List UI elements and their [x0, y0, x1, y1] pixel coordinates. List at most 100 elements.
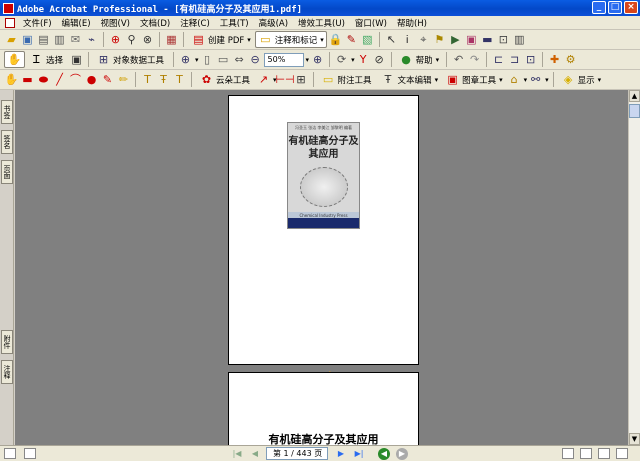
undo-icon[interactable]: ↶	[451, 52, 466, 67]
scroll-up-arrow-icon[interactable]: ▲	[629, 90, 640, 102]
underline-icon[interactable]: T	[172, 72, 187, 87]
show-button[interactable]: ◈ 显示 ▾	[558, 71, 605, 88]
textbox-icon[interactable]: ⊞	[294, 72, 309, 87]
dimension-icon[interactable]: ⊢⊣	[275, 72, 294, 87]
insert-page-icon[interactable]: ⊐	[507, 52, 522, 67]
security-icon[interactable]: ⊕	[108, 32, 123, 47]
next-page-button[interactable]: ▶	[334, 448, 348, 460]
redo-icon[interactable]: ↷	[467, 52, 482, 67]
zoom-level-input[interactable]: 50%	[263, 52, 304, 67]
menu-tools[interactable]: 工具(T)	[215, 17, 254, 29]
pdf-page-1[interactable]: 冯圣玉 张洁 李美江 邹黎明 编著 有机硅高分子及其应用 Chemical In…	[228, 95, 419, 365]
tab-bookmarks[interactable]: 书签	[1, 100, 13, 124]
close-button[interactable]: ×	[624, 1, 638, 14]
pdf-page-2[interactable]: 有机硅高分子及其应用	[228, 372, 419, 445]
cursor-icon[interactable]: ↖	[384, 32, 399, 47]
help-button[interactable]: ● 帮助 ▾	[396, 51, 443, 68]
menu-comments[interactable]: 注释(C)	[175, 17, 215, 29]
menu-window[interactable]: 窗口(W)	[350, 17, 392, 29]
email-icon[interactable]: ✉	[68, 32, 83, 47]
callout-icon[interactable]: ⌂	[507, 72, 522, 87]
menu-help[interactable]: 帮助(H)	[392, 17, 432, 29]
links-icon[interactable]: ⚯	[528, 72, 543, 87]
menu-view[interactable]: 视图(V)	[96, 17, 135, 29]
document-menu-icon[interactable]	[5, 17, 15, 28]
continuous-facing-layout-icon[interactable]	[616, 448, 628, 459]
save-icon[interactable]: ▤	[36, 32, 51, 47]
attach-icon[interactable]: ⌁	[84, 32, 99, 47]
chevron-down-icon[interactable]: ▾	[306, 56, 310, 64]
menu-edit[interactable]: 编辑(E)	[57, 17, 96, 29]
tab-pages[interactable]: 页面	[1, 160, 13, 184]
menu-advanced[interactable]: 高级(A)	[254, 17, 293, 29]
video-icon[interactable]: ▶	[448, 32, 463, 47]
circle-icon[interactable]: ●	[84, 72, 99, 87]
loupe-icon[interactable]: ⊘	[372, 52, 387, 67]
object-data-tool-button[interactable]: ⊞ 对象数据工具	[93, 51, 169, 68]
tab-attachments[interactable]: 附件	[1, 330, 13, 354]
snapshot-icon[interactable]: ⌖	[416, 32, 431, 47]
first-page-button[interactable]: |◀	[230, 448, 244, 460]
select-tool-button[interactable]: Ꮖ 选择	[26, 51, 68, 68]
chevron-down-icon[interactable]: ▾	[524, 76, 528, 84]
minimize-button[interactable]: _	[592, 1, 606, 14]
facing-layout-icon[interactable]	[598, 448, 610, 459]
cloud-tool-button[interactable]: ✿ 云朵工具	[196, 71, 255, 88]
organizer-icon[interactable]: ▣	[20, 32, 35, 47]
menu-file[interactable]: 文件(F)	[18, 17, 57, 29]
zoom-out-icon[interactable]: ⊖	[248, 52, 263, 67]
last-page-button[interactable]: ▶|	[352, 448, 366, 460]
single-page-layout-icon[interactable]	[562, 448, 574, 459]
hand-tool-button[interactable]: ✋	[4, 51, 25, 68]
zoom-in-icon[interactable]: ⊕	[178, 52, 193, 67]
document-properties-icon[interactable]	[24, 448, 36, 459]
polygon-line-icon[interactable]: ⌒	[68, 72, 83, 87]
comment-markup-button[interactable]: ▭ 注释和标记 ▾	[254, 31, 327, 48]
link-icon[interactable]: ⚑	[432, 32, 447, 47]
fit-width-icon[interactable]: ⇔	[232, 52, 247, 67]
go-back-icon[interactable]: ◀	[378, 448, 390, 460]
previous-page-button[interactable]: ◀	[248, 448, 262, 460]
document-pane[interactable]: 冯圣玉 张洁 李美江 邹黎明 编著 有机硅高分子及其应用 Chemical In…	[15, 90, 628, 445]
search-icon[interactable]: ⚲	[124, 32, 139, 47]
tab-signatures[interactable]: 签名	[1, 130, 13, 154]
sign-pen-icon[interactable]: ✎	[344, 32, 359, 47]
menu-document[interactable]: 文档(D)	[135, 17, 175, 29]
go-forward-icon[interactable]: ▶	[396, 448, 408, 460]
zoom-in-plus-icon[interactable]: ⊕	[310, 52, 325, 67]
pencil-icon[interactable]: ✎	[100, 72, 115, 87]
maximize-button[interactable]: □	[608, 1, 622, 14]
add-icon[interactable]: ✚	[547, 52, 562, 67]
scroll-down-arrow-icon[interactable]: ▼	[629, 433, 640, 445]
eraser-icon[interactable]: ✏	[116, 72, 131, 87]
tab-comments[interactable]: 注释	[1, 360, 13, 384]
note-hand-icon[interactable]: ✋	[4, 72, 19, 87]
text-edit-button[interactable]: Ŧ 文本编辑 ▾	[378, 71, 442, 88]
continuous-layout-icon[interactable]	[580, 448, 592, 459]
vertical-scrollbar[interactable]: ▲ ▼	[628, 90, 640, 445]
print-icon[interactable]: ▥	[52, 32, 67, 47]
text-select-icon[interactable]: Ꭵ	[400, 32, 415, 47]
page-number-input[interactable]: 第 1 / 443 页	[266, 447, 328, 460]
attach-note-tool-button[interactable]: ▭ 附注工具	[318, 71, 377, 88]
arrow-tool-icon[interactable]: ↗	[256, 72, 271, 87]
lock-icon[interactable]: 🔒	[328, 32, 343, 47]
fit-page-icon[interactable]: ▭	[216, 52, 231, 67]
organize-icon[interactable]: ⚙	[563, 52, 578, 67]
highlight-icon[interactable]: T	[140, 72, 155, 87]
forms-icon[interactable]: ▧	[360, 32, 375, 47]
strikeout-icon[interactable]: Ŧ	[156, 72, 171, 87]
chevron-down-icon[interactable]: ▾	[195, 56, 199, 64]
chevron-down-icon[interactable]: ▾	[351, 56, 355, 64]
print-production-icon[interactable]: ▦	[164, 32, 179, 47]
snapshot-tool-icon[interactable]: ▣	[69, 52, 84, 67]
open-icon[interactable]: ▰	[4, 32, 19, 47]
scroll-thumb[interactable]	[629, 104, 640, 118]
web-capture-icon[interactable]: ▣	[464, 32, 479, 47]
menu-plugins[interactable]: 增效工具(U)	[293, 17, 350, 29]
oval-icon[interactable]: ⬬	[36, 72, 51, 87]
actual-size-icon[interactable]: ▯	[200, 52, 215, 67]
page-thumbnail-icon[interactable]	[4, 448, 16, 459]
article-icon[interactable]: ▬	[480, 32, 495, 47]
crop-icon[interactable]: ⊡	[496, 32, 511, 47]
